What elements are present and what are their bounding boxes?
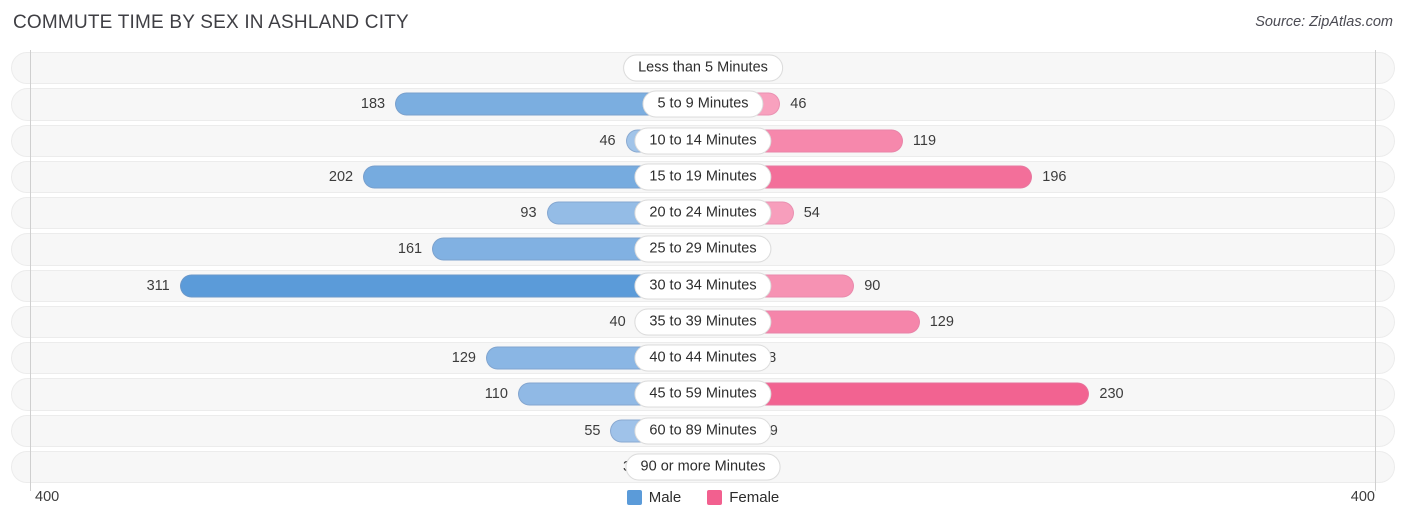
axis-line-left — [30, 50, 31, 491]
table-row: 311 90 30 to 34 Minutes — [0, 268, 1406, 304]
plot-area: 1014Less than 5 Minutes 183 46 5 to 9 Minut… — [0, 50, 1406, 491]
value-label-female: 230 — [1099, 386, 1124, 403]
table-row: 110 230 45 to 59 Minutes — [0, 376, 1406, 412]
value-label-male: 110 — [484, 386, 508, 403]
value-label-female: 119 — [912, 132, 937, 149]
legend-swatch-male-icon — [626, 490, 642, 505]
chart-header: COMMUTE TIME BY SEX IN ASHLAND CITY Sour… — [0, 0, 1406, 46]
category-label: 45 to 59 Minutes — [634, 380, 772, 408]
category-label: Less than 5 Minutes — [623, 54, 783, 82]
table-row: 1292840 to 44 Minutes — [0, 340, 1406, 376]
category-label: 5 to 9 Minutes — [642, 90, 764, 118]
table-row: 93 54 20 to 24 Minutes — [0, 195, 1406, 231]
source-attribution: Source: ZipAtlas.com — [1255, 14, 1393, 30]
table-row: 32290 or more Minutes — [0, 449, 1406, 485]
category-label: 60 to 89 Minutes — [634, 417, 772, 445]
value-label-female: 90 — [864, 277, 881, 294]
value-label-female: 196 — [1042, 168, 1067, 185]
bar-male[interactable] — [179, 274, 703, 298]
legend-label-male: Male — [648, 489, 682, 506]
value-label-male: 93 — [520, 205, 537, 222]
value-label-male: 183 — [360, 96, 386, 113]
value-label-male: 40 — [609, 313, 626, 330]
legend-item-male[interactable]: Male — [626, 489, 682, 506]
category-label: 25 to 29 Minutes — [634, 235, 772, 263]
chart-footer: 400 400 Male Female — [0, 487, 1406, 523]
table-row: 1014Less than 5 Minutes — [0, 50, 1406, 86]
value-label-male: 311 — [146, 277, 170, 294]
value-label-male: 161 — [397, 241, 423, 258]
table-row: 40 129 35 to 39 Minutes — [0, 304, 1406, 340]
value-label-male: 202 — [328, 168, 354, 185]
category-label: 30 to 34 Minutes — [634, 272, 772, 300]
category-label: 40 to 44 Minutes — [634, 344, 772, 372]
table-row: 1612525 to 29 Minutes — [0, 231, 1406, 267]
category-label: 35 to 39 Minutes — [634, 308, 772, 336]
category-label: 20 to 24 Minutes — [634, 199, 772, 227]
value-label-male: 46 — [599, 132, 616, 149]
page-title: COMMUTE TIME BY SEX IN ASHLAND CITY — [13, 12, 409, 33]
value-label-female: 46 — [790, 96, 807, 113]
table-row: 46 119 10 to 14 Minutes — [0, 123, 1406, 159]
value-label-male: 55 — [584, 422, 601, 439]
axis-line-right — [1375, 50, 1376, 491]
value-label-female: 129 — [929, 313, 954, 330]
value-label-female: 54 — [803, 205, 820, 222]
table-row: 552960 to 89 Minutes — [0, 413, 1406, 449]
category-label: 10 to 14 Minutes — [634, 127, 772, 155]
legend-swatch-female-icon — [707, 490, 723, 505]
legend-label-female: Female — [729, 489, 780, 506]
table-row: 183 46 5 to 9 Minutes — [0, 86, 1406, 122]
category-label: 15 to 19 Minutes — [634, 163, 772, 191]
legend-item-female[interactable]: Female — [707, 489, 779, 506]
value-label-male: 129 — [451, 350, 476, 367]
bar-rows: 1014Less than 5 Minutes 183 46 5 to 9 Minut… — [0, 50, 1406, 485]
commute-time-bar-chart: COMMUTE TIME BY SEX IN ASHLAND CITY Sour… — [0, 0, 1406, 523]
table-row: 202 196 15 to 19 Minutes — [0, 159, 1406, 195]
category-label: 90 or more Minutes — [625, 453, 781, 481]
legend: Male Female — [0, 489, 1406, 506]
